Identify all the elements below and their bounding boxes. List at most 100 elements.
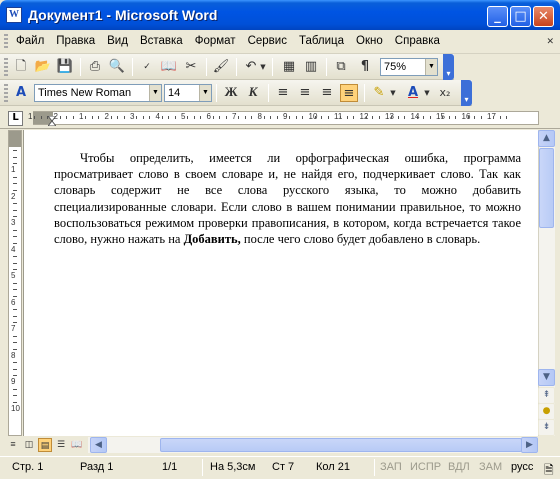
open-icon[interactable]: 📂	[34, 58, 52, 76]
font-color-dropdown-icon[interactable]: ▼	[422, 84, 432, 102]
menu-table[interactable]: Таблица	[293, 35, 350, 47]
vertical-ruler-number: 7	[11, 324, 16, 333]
separator	[364, 84, 365, 102]
new-icon[interactable]: 🗋	[12, 58, 30, 76]
print-layout-icon[interactable]: ▤	[38, 438, 52, 452]
menu-close-icon[interactable]: ✕	[546, 36, 554, 47]
toolbar-options-icon[interactable]: ▾	[443, 54, 454, 80]
zoom-value: 75%	[384, 61, 407, 73]
chevron-down-icon[interactable]: ▼	[149, 85, 161, 101]
outline-view-icon[interactable]: ☰	[54, 438, 68, 452]
styles-icon[interactable]: A	[12, 84, 30, 102]
status-extend[interactable]: ВДЛ	[448, 461, 470, 473]
vertical-ruler-tick	[13, 342, 17, 344]
formatting-toolbar: A Times New Roman ▼ 14 ▼ Ж К ≡ ≡ ≡ ≡ ✎ ▼…	[0, 80, 472, 106]
align-left-icon[interactable]: ≡	[274, 84, 292, 102]
chevron-down-icon[interactable]: ▼	[425, 59, 437, 75]
maximize-button[interactable]: □	[510, 6, 531, 27]
align-center-icon[interactable]: ≡	[296, 84, 314, 102]
scroll-up-icon[interactable]: ▲	[538, 130, 555, 147]
toolbar-grip[interactable]	[4, 84, 8, 102]
web-layout-icon[interactable]: ◫	[22, 438, 36, 452]
tab-selector[interactable]: L	[8, 111, 23, 126]
scroll-left-icon[interactable]: ◀	[90, 437, 107, 453]
highlight-icon[interactable]: ✎	[370, 84, 388, 102]
separator	[202, 459, 203, 476]
menu-help[interactable]: Справка	[389, 35, 446, 47]
bold-button[interactable]: Ж	[222, 84, 240, 102]
reading-layout-icon[interactable]: 📖	[70, 438, 84, 452]
font-size-select[interactable]: 14 ▼	[164, 84, 212, 102]
ruler-tick	[429, 116, 431, 119]
separator	[374, 459, 375, 476]
insert-table-icon[interactable]: ▦	[280, 58, 298, 76]
ruler-tick	[238, 116, 240, 119]
menu-format[interactable]: Формат	[189, 35, 242, 47]
zoom-select[interactable]: 75% ▼	[380, 58, 438, 76]
ruler-tick	[91, 116, 93, 119]
justify-icon[interactable]: ≡	[340, 84, 358, 102]
toolbar-grip[interactable]	[4, 58, 8, 76]
status-rec[interactable]: ЗАП	[380, 461, 402, 473]
minimize-button[interactable]: _	[487, 6, 508, 27]
close-button[interactable]: ✕	[533, 6, 554, 27]
indent-marker-icon[interactable]	[48, 116, 56, 126]
show-formatting-icon[interactable]: ¶	[356, 58, 374, 76]
vertical-ruler-tick	[13, 183, 17, 185]
print-icon[interactable]: ⎙	[86, 58, 104, 76]
vertical-ruler-tick	[13, 309, 17, 311]
browse-object-icon[interactable]: ●	[538, 403, 555, 420]
highlight-dropdown-icon[interactable]: ▼	[388, 84, 398, 102]
font-select[interactable]: Times New Roman ▼	[34, 84, 162, 102]
vertical-scroll-thumb[interactable]	[539, 148, 554, 228]
vertical-ruler-number: 5	[11, 271, 16, 280]
next-page-icon[interactable]: ⇟	[538, 419, 555, 436]
scroll-right-icon[interactable]: ▶	[521, 437, 538, 453]
paragraph-text-end: после чего слово будет добавлено в слова…	[240, 232, 481, 247]
drawing-icon[interactable]: ⧉	[332, 58, 350, 76]
ruler-tick	[85, 116, 87, 119]
cut-icon[interactable]: ✂	[182, 58, 200, 76]
print-preview-icon[interactable]: 🔍	[108, 58, 126, 76]
prev-page-icon[interactable]: ⇞	[538, 387, 555, 404]
subscript-button[interactable]: x₂	[436, 84, 454, 102]
toolbar-options-icon[interactable]: ▾	[461, 80, 472, 106]
status-overtype[interactable]: ЗАМ	[479, 461, 502, 473]
status-track-changes[interactable]: ИСПР	[410, 461, 441, 473]
menu-window[interactable]: Окно	[350, 35, 389, 47]
menu-file[interactable]: Файл	[10, 35, 50, 47]
align-right-icon[interactable]: ≡	[318, 84, 336, 102]
menu-grip[interactable]	[4, 34, 8, 50]
ruler-number: 7	[232, 112, 237, 121]
separator	[236, 58, 237, 76]
spelling-icon[interactable]: ✓	[138, 58, 156, 76]
vertical-ruler-tick	[13, 315, 17, 317]
ruler-number: 10	[308, 112, 318, 121]
format-painter-icon[interactable]: 🖌	[212, 58, 230, 76]
menu-view[interactable]: Вид	[101, 35, 134, 47]
menu-tools[interactable]: Сервис	[242, 35, 293, 47]
ruler-number: 12	[359, 112, 369, 121]
word-app-icon[interactable]: W	[6, 7, 22, 23]
research-icon[interactable]: 📖	[160, 58, 178, 76]
italic-button[interactable]: К	[244, 84, 262, 102]
ruler-tick	[225, 116, 227, 119]
spelling-status-icon[interactable]: 🗎	[544, 461, 554, 479]
ruler-tick	[397, 116, 399, 119]
save-icon[interactable]: 💾	[56, 58, 74, 76]
normal-view-icon[interactable]: ≡	[6, 438, 20, 452]
columns-icon[interactable]: ▥	[302, 58, 320, 76]
chevron-down-icon[interactable]: ▼	[199, 85, 211, 101]
font-color-icon[interactable]: A	[404, 84, 422, 102]
document-paragraph[interactable]: Чтобы определить, имеется ли орфографиче…	[54, 150, 521, 247]
ruler-tick	[270, 116, 272, 119]
bold-word: Добавить,	[183, 232, 241, 247]
separator	[272, 58, 273, 76]
horizontal-scroll-thumb[interactable]	[160, 438, 522, 452]
menu-insert[interactable]: Вставка	[134, 35, 189, 47]
undo-dropdown-icon[interactable]: ▼	[258, 58, 268, 76]
vertical-ruler-tick	[13, 236, 17, 238]
scroll-down-icon[interactable]: ▼	[538, 369, 555, 386]
menu-edit[interactable]: Правка	[50, 35, 101, 47]
separator	[268, 84, 269, 102]
